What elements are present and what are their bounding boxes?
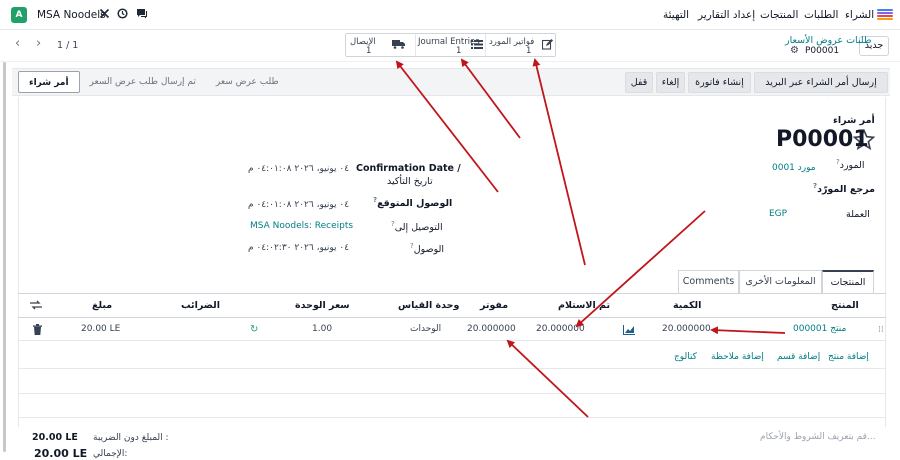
table-row[interactable]: ⁞⁞ منتج 000001 20.000000 20.000000 20.00… [18,319,886,341]
col-unit-price[interactable]: سعر الوحدة [295,300,350,311]
status-rfq[interactable]: طلب عرض سعر [206,71,289,93]
tab-comments[interactable]: Comments [678,270,739,294]
form-sheet [18,97,886,427]
col-quantity[interactable]: الكمية [673,300,701,311]
confirm-date-label-ar: تاريخ التأكيد [387,176,433,187]
tab-products[interactable]: المنتجات [822,270,874,294]
confirm-date-value: ٠٤ يونيو، ٢٠٢٦ ٠٤:٠١:٠٨ م [248,164,350,174]
gear-icon[interactable]: ⚙ [790,45,799,56]
cancel-button[interactable]: إلغاء [656,72,685,93]
breadcrumb-current: P00001 [805,46,840,56]
menu-reporting[interactable]: إعداد التقارير [698,9,755,21]
row-divider [18,368,886,369]
apps-menu-icon[interactable] [877,9,893,20]
arrival-value: ٠٤ يونيو، ٢٠٢٦ ٠٤:٠٢:٣٠ م [248,243,350,253]
edit-icon [541,39,553,53]
col-amount[interactable]: مبلغ [92,300,112,311]
vendor-ref-label: ?مرجع المورّد [813,182,875,196]
smart-button-vendor-bills[interactable]: فواتير المورد 1 [485,34,555,56]
catalog-link[interactable]: كتالوج [674,352,697,362]
order-lines-header: المنتج الكمية تم الاستلام مفوتر وحدة الق… [18,294,886,318]
vendor-label: ?المورد [836,158,865,172]
user-avatar[interactable]: A [11,7,27,23]
send-po-email-button[interactable]: إرسال أمر الشراء عبر البريد الإلكتروني [754,72,888,107]
column-settings-icon[interactable] [30,300,42,313]
line-product[interactable]: منتج 000001 [793,324,846,334]
smart-title: Journal Entries [418,37,480,47]
row-divider [18,393,886,394]
col-billed[interactable]: مفوتر [480,300,508,311]
chevron-left-icon[interactable]: ‹ [15,36,20,51]
chat-icon[interactable] [136,8,148,22]
col-product[interactable]: المنتج [831,300,859,311]
scrollbar[interactable] [3,62,6,452]
confirm-date-label-en: Confirmation Date / [356,163,461,174]
currency-value[interactable]: EGP [769,209,787,219]
col-received[interactable]: تم الاستلام [558,300,610,311]
smart-button-receipts[interactable]: الإيصال 1 [346,34,415,56]
menu-products[interactable]: المنتجات [760,9,798,21]
line-quantity[interactable]: 20.000000 [662,324,711,334]
add-section-link[interactable]: إضافة قسم [777,352,820,362]
arrival-label: ?الوصول [410,242,445,256]
smart-count: 1 [366,46,372,56]
smart-button-journal-entries[interactable]: Journal Entries 1 [415,34,485,56]
add-note-link[interactable]: إضافة ملاحظة [711,352,764,362]
line-unit-price[interactable]: 1.00 [312,324,332,334]
expected-arrival-label: ?الوصول المتوقع [373,196,453,210]
status-bar: أمر شراء تم إرسال طلب عرض السعر طلب عرض … [18,71,289,93]
terms-placeholder[interactable]: قم بتعريف الشروط والأحكام... [760,432,876,442]
create-bill-button[interactable]: إنشاء فاتورة [688,72,751,93]
line-billed: 20.000000 [467,324,516,334]
drag-handle-icon[interactable]: ⁞⁞ [878,325,884,335]
menu-configuration[interactable]: التهيئة [663,9,689,21]
smart-buttons: الإيصال 1 Journal Entries 1 فواتير المور… [345,33,556,57]
total-label: الإجمالي: [93,449,128,459]
untaxed-label: المبلغ دون الضريبة : [93,433,169,443]
smart-count: 1 [526,46,532,56]
row-divider [18,417,886,418]
smart-title: الإيصال [350,37,376,47]
action-bar: إرسال أمر الشراء عبر البريد الإلكتروني إ… [12,68,890,107]
line-received: 20.000000 [536,324,585,334]
lock-button[interactable]: قفل [625,72,653,93]
currency-label: العملة [846,209,870,220]
vendor-value[interactable]: مورد 0001 [772,163,816,173]
smart-count: 1 [456,46,462,56]
tab-other-info[interactable]: المعلومات الأخرى [739,270,822,294]
forecast-chart-icon[interactable] [623,325,635,338]
pager-value[interactable]: 1 / 1 [57,40,78,51]
deliver-to-value[interactable]: MSA Noodels: Receipts [250,221,353,231]
company-switcher[interactable]: MSA Noodels [37,9,106,21]
trash-icon[interactable] [33,324,42,338]
line-uom[interactable]: الوحدات [410,324,441,334]
menu-purchase[interactable]: الشراء [845,9,874,21]
doc-type-label: أمر شراء [833,115,875,126]
truck-icon [392,39,406,52]
status-rfq-sent[interactable]: تم إرسال طلب عرض السعر [80,71,206,93]
col-uom[interactable]: وحدة القياس [398,300,459,311]
status-purchase-order[interactable]: أمر شراء [18,71,80,93]
chevron-right-icon[interactable]: › [36,36,41,51]
untaxed-value: 20.00 LE [32,432,78,443]
top-navbar: الشراء الطلبات المنتجات إعداد التقارير ا… [0,0,900,30]
record-name: P00001 [776,127,869,152]
control-panel: جديد طلبات عروض الأسعار P00001 ⚙ الإيصال… [0,30,900,62]
deliver-to-label: ?التوصيل إلى [391,220,443,234]
clock-icon[interactable] [117,8,128,22]
refresh-price-icon[interactable]: ↻ [250,324,258,335]
col-taxes[interactable]: الضرائب [181,300,220,311]
menu-orders[interactable]: الطلبات [804,9,838,21]
total-value: 20.00 LE [34,447,88,460]
line-amount: 20.00 LE [81,324,121,334]
expected-arrival-value: ٠٤ يونيو، ٢٠٢٦ ٠٤:٠١:٠٨ م [248,200,350,210]
add-product-link[interactable]: إضافة منتج [828,352,869,362]
